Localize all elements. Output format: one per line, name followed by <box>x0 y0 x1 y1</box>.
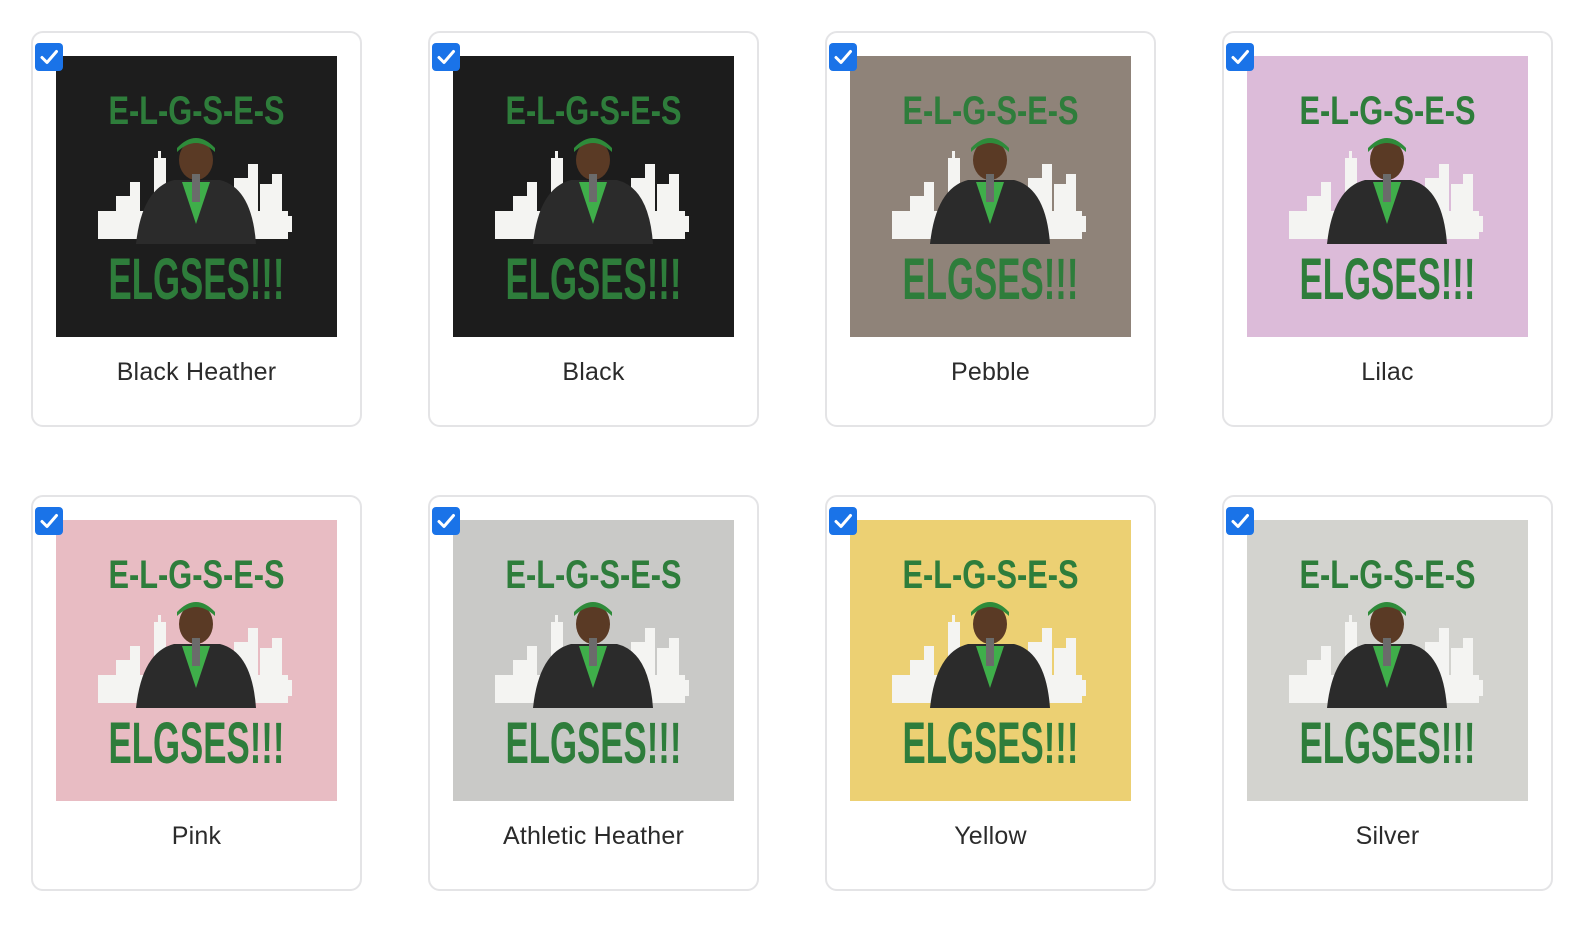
product-mockup-image: E-L-G-S-E-S ELGSES!!! <box>453 56 734 337</box>
shirt-design-graphic: E-L-G-S-E-S ELGSES!!! <box>850 56 1131 337</box>
shirt-design-graphic: E-L-G-S-E-S ELGSES!!! <box>453 56 734 337</box>
color-variant-card-black[interactable]: E-L-G-S-E-S ELGSES!!! Black <box>428 31 759 427</box>
color-name-label: Athletic Heather <box>502 822 685 850</box>
design-bottom-text: ELGSES!!! <box>109 711 285 776</box>
color-name-label: Pebble <box>950 358 1031 386</box>
select-checkbox[interactable] <box>35 507 63 535</box>
color-name-label: Yellow <box>954 822 1027 850</box>
checkmark-icon <box>834 50 852 64</box>
color-variant-grid: E-L-G-S-E-S ELGSES!!! Black Heather E-L-… <box>31 31 1553 891</box>
color-variant-card-black-heather[interactable]: E-L-G-S-E-S ELGSES!!! Black Heather <box>31 31 362 427</box>
color-variant-card-athletic-heather[interactable]: E-L-G-S-E-S ELGSES!!! Athletic Heather <box>428 495 759 891</box>
color-variant-card-lilac[interactable]: E-L-G-S-E-S ELGSES!!! Lilac <box>1222 31 1553 427</box>
color-variant-card-pink[interactable]: E-L-G-S-E-S ELGSES!!! Pink <box>31 495 362 891</box>
select-checkbox[interactable] <box>829 507 857 535</box>
shirt-design-graphic: E-L-G-S-E-S ELGSES!!! <box>1247 56 1528 337</box>
checkmark-icon <box>834 514 852 528</box>
design-top-text: E-L-G-S-E-S <box>109 553 285 597</box>
product-mockup-image: E-L-G-S-E-S ELGSES!!! <box>1247 520 1528 801</box>
select-checkbox[interactable] <box>432 43 460 71</box>
design-top-text: E-L-G-S-E-S <box>506 89 682 133</box>
design-bottom-text: ELGSES!!! <box>506 247 682 312</box>
checkmark-icon <box>1231 514 1249 528</box>
color-variant-card-pebble[interactable]: E-L-G-S-E-S ELGSES!!! Pebble <box>825 31 1156 427</box>
color-name-label: Black Heather <box>116 358 277 386</box>
select-checkbox[interactable] <box>1226 507 1254 535</box>
select-checkbox[interactable] <box>829 43 857 71</box>
product-mockup-image: E-L-G-S-E-S ELGSES!!! <box>453 520 734 801</box>
design-bottom-text: ELGSES!!! <box>109 247 285 312</box>
design-top-text: E-L-G-S-E-S <box>506 553 682 597</box>
select-checkbox[interactable] <box>35 43 63 71</box>
product-mockup-image: E-L-G-S-E-S ELGSES!!! <box>56 520 337 801</box>
checkmark-icon <box>40 50 58 64</box>
product-mockup-image: E-L-G-S-E-S ELGSES!!! <box>850 520 1131 801</box>
select-checkbox[interactable] <box>432 507 460 535</box>
product-mockup-image: E-L-G-S-E-S ELGSES!!! <box>850 56 1131 337</box>
shirt-design-graphic: E-L-G-S-E-S ELGSES!!! <box>453 520 734 801</box>
color-name-label: Pink <box>171 822 222 850</box>
design-top-text: E-L-G-S-E-S <box>1300 89 1476 133</box>
design-top-text: E-L-G-S-E-S <box>903 553 1079 597</box>
select-checkbox[interactable] <box>1226 43 1254 71</box>
color-name-label: Silver <box>1355 822 1420 850</box>
design-top-text: E-L-G-S-E-S <box>903 89 1079 133</box>
design-top-text: E-L-G-S-E-S <box>109 89 285 133</box>
checkmark-icon <box>40 514 58 528</box>
shirt-design-graphic: E-L-G-S-E-S ELGSES!!! <box>56 56 337 337</box>
shirt-design-graphic: E-L-G-S-E-S ELGSES!!! <box>1247 520 1528 801</box>
checkmark-icon <box>437 50 455 64</box>
color-variant-card-yellow[interactable]: E-L-G-S-E-S ELGSES!!! Yellow <box>825 495 1156 891</box>
shirt-design-graphic: E-L-G-S-E-S ELGSES!!! <box>850 520 1131 801</box>
color-name-label: Black <box>562 358 625 386</box>
product-mockup-image: E-L-G-S-E-S ELGSES!!! <box>56 56 337 337</box>
design-bottom-text: ELGSES!!! <box>506 711 682 776</box>
design-bottom-text: ELGSES!!! <box>1300 247 1476 312</box>
design-bottom-text: ELGSES!!! <box>1300 711 1476 776</box>
design-bottom-text: ELGSES!!! <box>903 247 1079 312</box>
checkmark-icon <box>437 514 455 528</box>
product-mockup-image: E-L-G-S-E-S ELGSES!!! <box>1247 56 1528 337</box>
checkmark-icon <box>1231 50 1249 64</box>
color-variant-card-silver[interactable]: E-L-G-S-E-S ELGSES!!! Silver <box>1222 495 1553 891</box>
design-top-text: E-L-G-S-E-S <box>1300 553 1476 597</box>
shirt-design-graphic: E-L-G-S-E-S ELGSES!!! <box>56 520 337 801</box>
color-name-label: Lilac <box>1361 358 1414 386</box>
design-bottom-text: ELGSES!!! <box>903 711 1079 776</box>
